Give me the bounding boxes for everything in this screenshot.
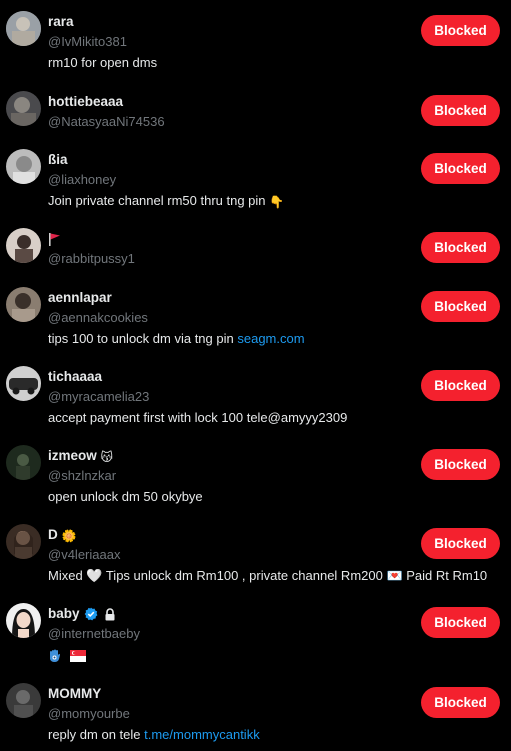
- display-name[interactable]: MOMMY: [48, 685, 101, 703]
- blocked-button[interactable]: Blocked: [421, 687, 500, 718]
- account-row[interactable]: izmeow 😽 @shzlnzkar open unlock dm 50 ok…: [0, 434, 511, 513]
- bio: Mixed 🤍 Tips unlock dm Rm100 , private c…: [48, 568, 488, 583]
- username[interactable]: @shzlnzkar: [48, 467, 116, 484]
- bio: 🪬 🇸🇬: [48, 646, 86, 663]
- account-row[interactable]: MOMMY @momyourbe reply dm on tele t.me/m…: [0, 672, 511, 751]
- red-flag-icon: [49, 233, 60, 247]
- username[interactable]: @IvMikito381: [48, 33, 127, 50]
- bio-text: Join private channel rm50 thru tng pin: [48, 193, 266, 208]
- bio: Join private channel rm50 thru tng pin 👇: [48, 192, 284, 211]
- display-name[interactable]: tichaaaa: [48, 368, 102, 386]
- avatar[interactable]: [6, 366, 41, 401]
- account-row[interactable]: D 🌼 @v4leriaaax Mixed 🤍 Tips unlock dm R…: [0, 513, 511, 592]
- display-name[interactable]: D 🌼: [48, 526, 76, 545]
- avatar[interactable]: [6, 287, 41, 322]
- username[interactable]: @aennakcookies: [48, 309, 148, 326]
- bio-text: tips 100 to unlock dm via tng pin: [48, 331, 234, 346]
- display-name[interactable]: ßia: [48, 151, 68, 169]
- display-name[interactable]: hottiebeaaa: [48, 93, 123, 111]
- username[interactable]: @internetbaeby: [48, 625, 140, 642]
- username[interactable]: @liaxhoney: [48, 171, 116, 188]
- kissing-cat-icon: 😽: [100, 450, 114, 464]
- bio: tips 100 to unlock dm via tng pin seagm.…: [48, 330, 305, 347]
- bio-link[interactable]: t.me/mommycantikk: [144, 727, 260, 742]
- username[interactable]: @momyourbe: [48, 705, 130, 722]
- account-row[interactable]: baby @internetbaeby 🪬 🇸🇬: [0, 592, 511, 671]
- display-name[interactable]: rara: [48, 13, 74, 31]
- account-row[interactable]: tichaaaa @myracamelia23 accept payment f…: [0, 355, 511, 434]
- bio: accept payment first with lock 100 tele@…: [48, 410, 348, 425]
- avatar[interactable]: [6, 91, 41, 126]
- blocked-button[interactable]: Blocked: [421, 153, 500, 184]
- bio-text: reply dm on tele: [48, 727, 141, 742]
- display-name[interactable]: aennlapar: [48, 289, 112, 307]
- avatar[interactable]: [6, 603, 41, 638]
- avatar[interactable]: [6, 228, 41, 263]
- bio-link[interactable]: seagm.com: [237, 331, 304, 346]
- account-row[interactable]: aennlapar @aennakcookies tips 100 to unl…: [0, 276, 511, 355]
- account-row[interactable]: rara @IvMikito381 rm10 for open dms Bloc…: [0, 0, 511, 79]
- singapore-flag-icon: [69, 649, 86, 662]
- bio: open unlock dm 50 okybye: [48, 489, 203, 504]
- display-name[interactable]: 🚩: [48, 230, 61, 248]
- hamsa-icon: [50, 649, 60, 662]
- avatar[interactable]: [6, 524, 41, 559]
- bio: reply dm on tele t.me/mommycantikk: [48, 726, 260, 743]
- username[interactable]: @NatasyaaNi74536: [48, 113, 165, 130]
- username[interactable]: @v4leriaaax: [48, 546, 120, 563]
- blocked-button[interactable]: Blocked: [421, 15, 500, 46]
- blocked-button[interactable]: Blocked: [421, 528, 500, 559]
- verified-badge-icon: [84, 608, 98, 621]
- blocked-button[interactable]: Blocked: [421, 291, 500, 322]
- avatar[interactable]: [6, 683, 41, 718]
- lock-icon: [105, 608, 115, 621]
- username[interactable]: @rabbitpussy1: [48, 250, 135, 267]
- avatar[interactable]: [6, 149, 41, 184]
- display-name[interactable]: baby: [48, 605, 116, 623]
- pointing-down-icon: 👇: [269, 195, 285, 209]
- blocked-button[interactable]: Blocked: [421, 95, 500, 126]
- display-name[interactable]: izmeow 😽: [48, 447, 113, 466]
- blocked-button[interactable]: Blocked: [421, 449, 500, 480]
- bio: rm10 for open dms: [48, 55, 158, 70]
- blocked-button[interactable]: Blocked: [421, 232, 500, 263]
- avatar[interactable]: [6, 445, 41, 480]
- avatar[interactable]: [6, 11, 41, 46]
- blocked-button[interactable]: Blocked: [421, 370, 500, 401]
- username[interactable]: @myracamelia23: [48, 388, 149, 405]
- account-row[interactable]: ßia @liaxhoney Join private channel rm50…: [0, 138, 511, 217]
- blocked-button[interactable]: Blocked: [421, 607, 500, 638]
- blossom-icon: 🌼: [61, 529, 77, 543]
